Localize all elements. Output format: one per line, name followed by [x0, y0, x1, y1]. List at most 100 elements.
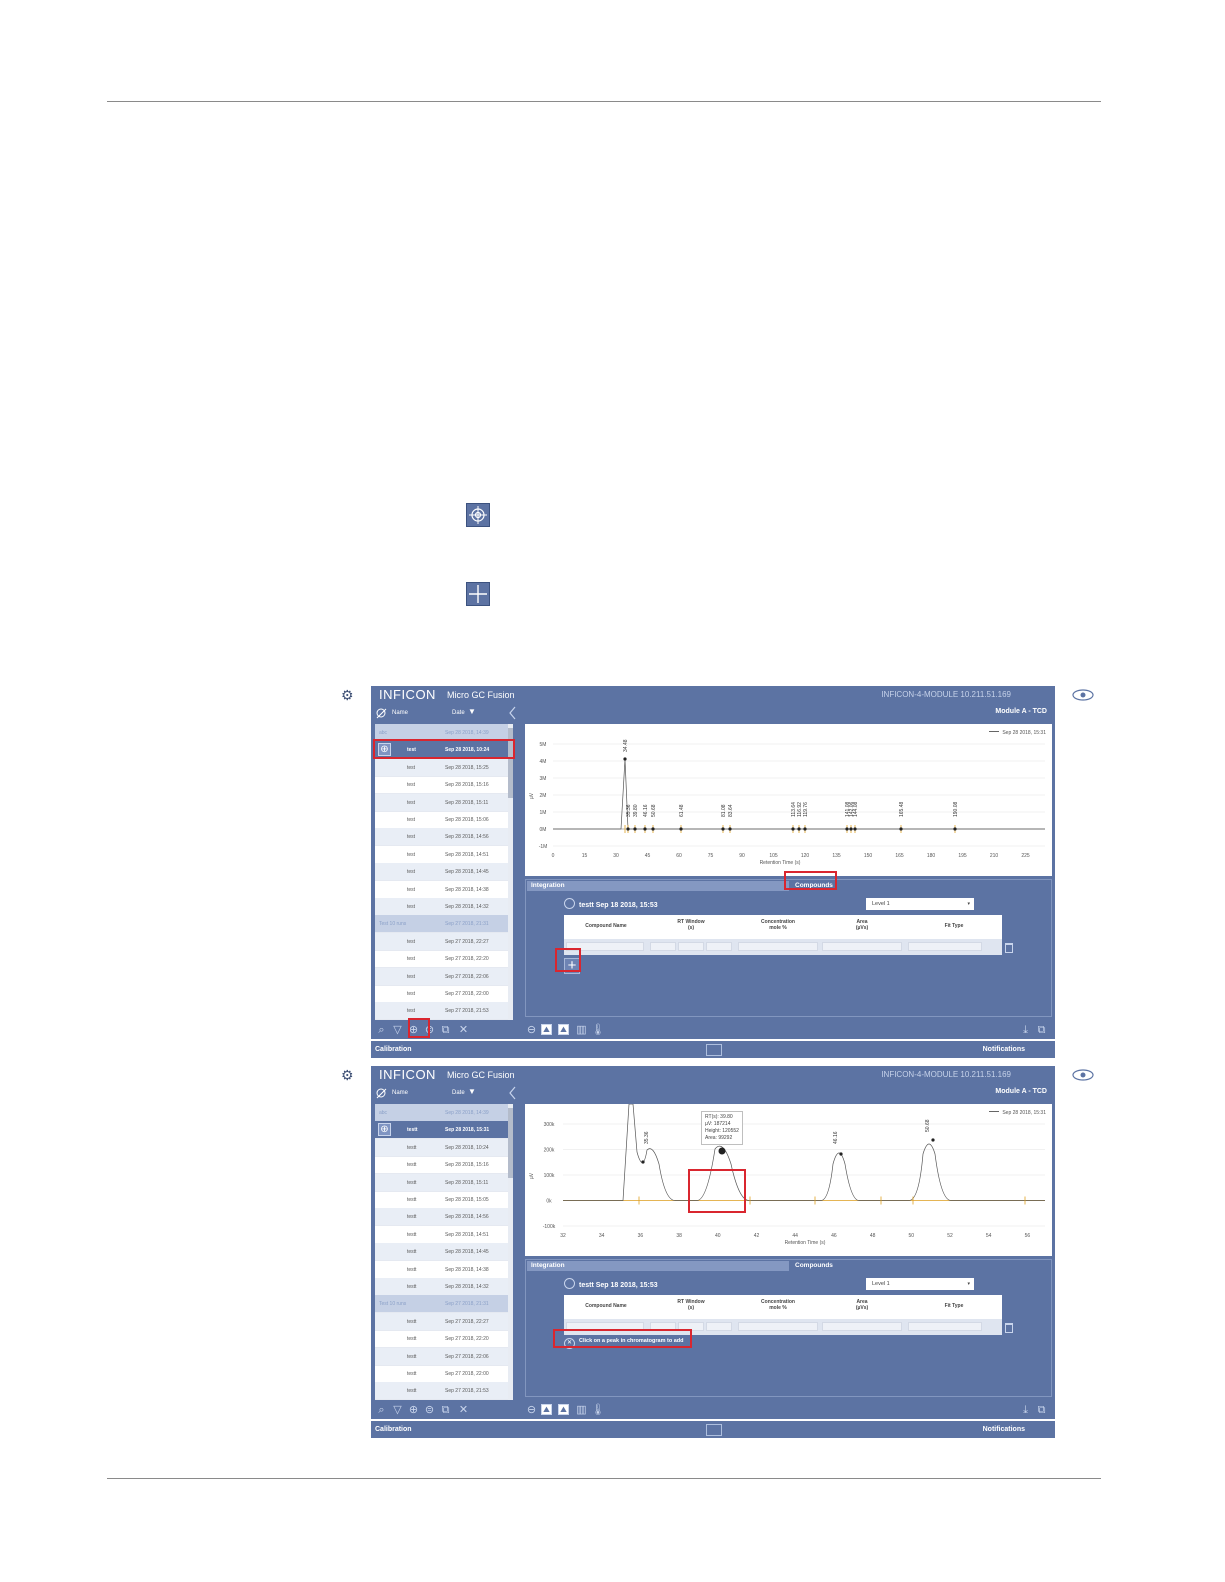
run-row[interactable]: test Sep 28 2018, 14:38: [375, 881, 508, 899]
run-row[interactable]: test Sep 27 2018, 21:53: [375, 1002, 508, 1020]
area-input[interactable]: [822, 1322, 902, 1331]
scrollbar[interactable]: [508, 1104, 513, 1400]
run-row[interactable]: testt Sep 27 2018, 22:06: [375, 1347, 508, 1366]
tab-compounds[interactable]: Compounds: [791, 1261, 1051, 1271]
run-row[interactable]: testt Sep 28 2018, 14:38: [375, 1261, 508, 1279]
run-row[interactable]: testt Sep 27 2018, 22:27: [375, 1312, 508, 1331]
close-icon[interactable]: ✕: [457, 1024, 470, 1036]
trash-icon[interactable]: [1005, 943, 1013, 953]
calibration-label[interactable]: Calibration: [375, 1046, 412, 1053]
temperature-icon[interactable]: 🌡: [591, 1024, 605, 1036]
run-row[interactable]: testt Sep 28 2018, 15:31 ⊕: [375, 1121, 508, 1140]
handle-icon[interactable]: [706, 1424, 722, 1436]
tab-integration[interactable]: Integration: [527, 881, 789, 891]
chart-svg[interactable]: 300k 200k 100k 0k -100k 32 34 36 38 40 42 44 46 48 50 5…: [525, 1103, 1052, 1256]
search-off-icon[interactable]: [376, 708, 387, 719]
target-icon[interactable]: ⊕: [407, 1404, 420, 1416]
run-row[interactable]: testt Sep 28 2018, 15:11: [375, 1173, 508, 1192]
search-icon[interactable]: [564, 898, 575, 909]
column-date[interactable]: Date: [452, 710, 465, 716]
download-icon[interactable]: ⤓: [1019, 1024, 1032, 1036]
run-row[interactable]: test Sep 28 2018, 15:06: [375, 811, 508, 829]
eye-icon[interactable]: [1071, 688, 1095, 702]
concentration-input[interactable]: [738, 942, 818, 951]
popout-icon[interactable]: ⧉: [1035, 1404, 1048, 1416]
run-row[interactable]: test Sep 27 2018, 22:00: [375, 985, 508, 1003]
sort-desc-icon[interactable]: ▼: [468, 1087, 476, 1096]
bar-chart-icon[interactable]: ▥: [575, 1024, 588, 1036]
rt-window-mid-input[interactable]: [678, 942, 704, 951]
collapse-icon[interactable]: [508, 1086, 517, 1100]
copy-icon[interactable]: ⧉: [439, 1024, 452, 1036]
trash-icon[interactable]: [1005, 1323, 1013, 1333]
chromatogram-plot[interactable]: Sep 28 2018, 15:31 300k 200k 100k 0k -100k 32…: [525, 1103, 1052, 1256]
sort-desc-icon[interactable]: ▼: [468, 707, 476, 716]
run-row[interactable]: testt Sep 27 2018, 22:20: [375, 1330, 508, 1349]
run-row[interactable]: test Sep 28 2018, 14:45: [375, 863, 508, 882]
run-group-row[interactable]: Test 10 runs Sep 27 2018, 21:31: [375, 915, 508, 934]
calibration-label[interactable]: Calibration: [375, 1426, 412, 1433]
column-date[interactable]: Date: [452, 1090, 465, 1096]
run-row[interactable]: testt Sep 28 2018, 14:32: [375, 1278, 508, 1296]
run-row[interactable]: test Sep 27 2018, 22:06: [375, 967, 508, 986]
zoom-out-icon[interactable]: ⊖: [525, 1024, 538, 1036]
rt-window-min-input[interactable]: [650, 942, 676, 951]
level-select[interactable]: Level 1 ▾: [866, 1278, 974, 1290]
notifications-toggle[interactable]: Notifications: [983, 1426, 1025, 1433]
fit-type-select[interactable]: [908, 942, 982, 951]
run-row[interactable]: test Sep 28 2018, 14:51: [375, 846, 508, 864]
zoom-out-icon[interactable]: ⊖: [525, 1404, 538, 1416]
area-input[interactable]: [822, 942, 902, 951]
fit-type-select[interactable]: [908, 1322, 982, 1331]
concentration-input[interactable]: [738, 1322, 818, 1331]
handle-icon[interactable]: [706, 1044, 722, 1056]
eye-icon[interactable]: [1071, 1068, 1095, 1082]
run-row[interactable]: test Sep 27 2018, 22:27: [375, 932, 508, 951]
view-chromatogram-icon[interactable]: ⛰: [541, 1024, 552, 1035]
rt-window-max-input[interactable]: [706, 942, 732, 951]
scrollbar[interactable]: [508, 724, 513, 1020]
tab-integration[interactable]: Integration: [527, 1261, 789, 1271]
close-icon[interactable]: ✕: [457, 1404, 470, 1416]
bar-chart-icon[interactable]: ▥: [575, 1404, 588, 1416]
run-row[interactable]: testt Sep 28 2018, 14:56: [375, 1208, 508, 1227]
run-row[interactable]: testt Sep 27 2018, 21:53: [375, 1382, 508, 1400]
popout-icon[interactable]: ⧉: [1035, 1024, 1048, 1036]
notifications-toggle[interactable]: Notifications: [983, 1046, 1025, 1053]
column-name[interactable]: Name: [392, 1090, 408, 1096]
level-select[interactable]: Level 1 ▾: [866, 898, 974, 910]
run-row[interactable]: test Sep 28 2018, 15:11: [375, 793, 508, 812]
run-row[interactable]: testt Sep 28 2018, 15:16: [375, 1156, 508, 1175]
column-name[interactable]: Name: [392, 710, 408, 716]
filter-icon[interactable]: ▽: [391, 1024, 404, 1036]
rt-window-max-input[interactable]: [706, 1322, 732, 1331]
gear-icon[interactable]: ⚙: [341, 687, 359, 703]
run-row[interactable]: test Sep 28 2018, 15:16: [375, 776, 508, 795]
gear-icon[interactable]: ⚙: [341, 1067, 359, 1083]
run-row[interactable]: testt Sep 28 2018, 10:24: [375, 1138, 508, 1157]
search-icon[interactable]: ⌕: [375, 1404, 388, 1416]
download-icon[interactable]: ⤓: [1019, 1404, 1032, 1416]
export-icon[interactable]: ⊜: [423, 1404, 436, 1416]
module-select[interactable]: Module A - TCD: [995, 1088, 1047, 1095]
search-icon[interactable]: [564, 1278, 575, 1289]
run-row[interactable]: testt Sep 28 2018, 15:05: [375, 1191, 508, 1209]
run-group-row[interactable]: abc Sep 28 2018, 14:39: [375, 1104, 508, 1122]
filter-icon[interactable]: ▽: [391, 1404, 404, 1416]
copy-icon[interactable]: ⧉: [439, 1404, 452, 1416]
search-icon[interactable]: ⌕: [375, 1024, 388, 1036]
collapse-icon[interactable]: [508, 706, 517, 720]
temperature-icon[interactable]: 🌡: [591, 1404, 605, 1416]
run-row[interactable]: testt Sep 28 2018, 14:51: [375, 1226, 508, 1244]
run-group-row[interactable]: Test 10 runs Sep 27 2018, 21:31: [375, 1295, 508, 1314]
chromatogram-plot[interactable]: Sep 28 2018, 15:31 5M 4M 3M 2M 1M 0M -1M 0 15 30 4…: [525, 724, 1052, 876]
view-overlay-icon[interactable]: ⛰: [558, 1024, 569, 1035]
run-row[interactable]: testt Sep 28 2018, 14:45: [375, 1243, 508, 1262]
chart-svg[interactable]: 5M 4M 3M 2M 1M 0M -1M 0 15 30 45 60 75 90 105 120 135 150…: [525, 724, 1052, 876]
target-icon[interactable]: ⊕: [378, 1123, 391, 1137]
run-row[interactable]: test Sep 27 2018, 22:20: [375, 950, 508, 969]
view-overlay-icon[interactable]: ⛰: [558, 1404, 569, 1415]
run-row[interactable]: test Sep 28 2018, 15:25: [375, 758, 508, 777]
run-row[interactable]: testt Sep 27 2018, 22:00: [375, 1365, 508, 1383]
search-off-icon[interactable]: [376, 1088, 387, 1099]
